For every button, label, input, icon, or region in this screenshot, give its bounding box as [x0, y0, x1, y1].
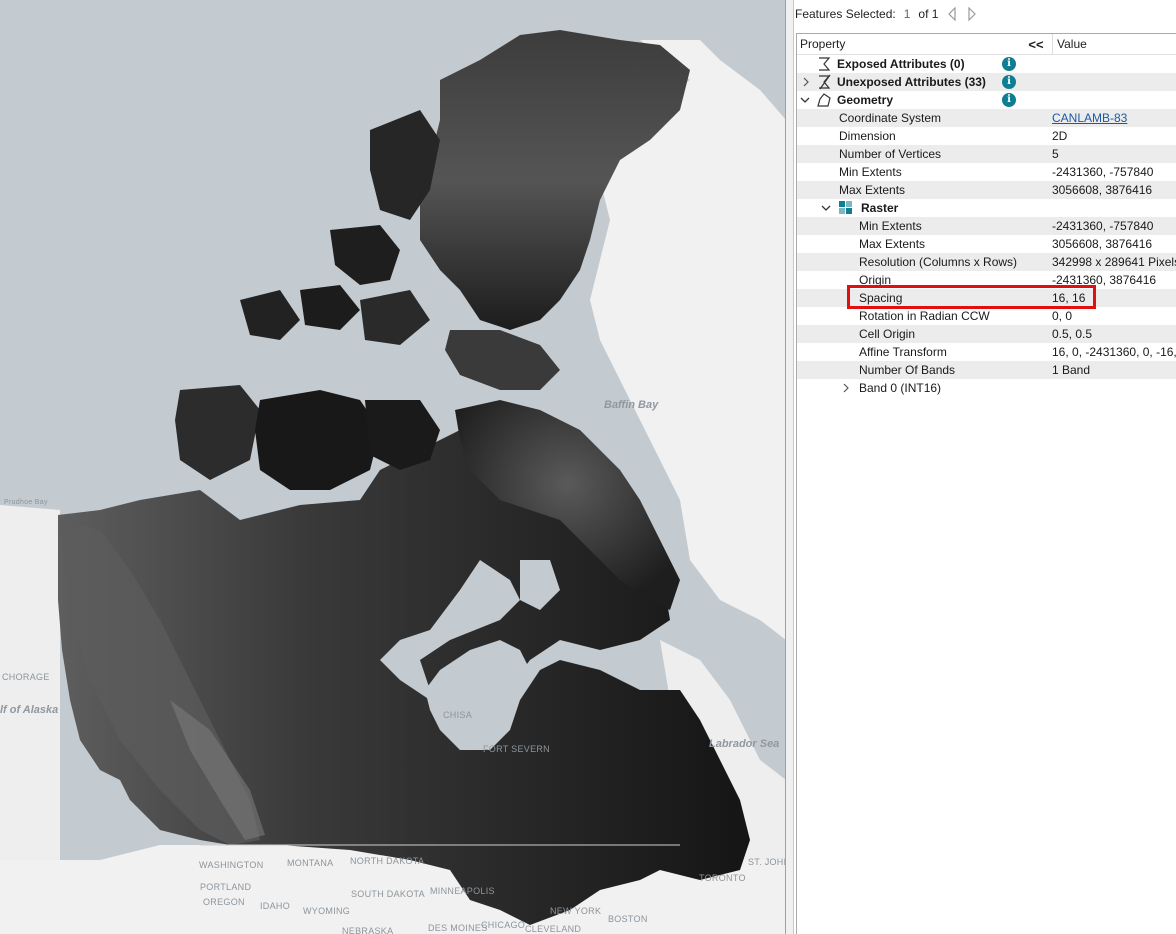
- row-label: Min Extents: [859, 219, 922, 233]
- row-max-extents: Max Extents 3056608, 3876416: [797, 181, 1176, 199]
- row-value: 0, 0: [1052, 309, 1073, 323]
- map-label-prudhoe-bay: Prudhoe Bay: [4, 499, 48, 506]
- row-value: 0.5, 0.5: [1052, 327, 1093, 341]
- row-value: -2431360, -757840: [1052, 165, 1154, 179]
- row-label: Resolution (Columns x Rows): [859, 255, 1018, 269]
- row-geometry[interactable]: Geometry i: [797, 91, 1176, 109]
- row-value: 16, 0, -2431360, 0, -16, 3876416: [1052, 345, 1176, 359]
- row-label: Raster: [861, 201, 899, 215]
- property-grid: Property << Value Exposed Attributes (0)…: [796, 33, 1176, 934]
- triangle-right-icon: [968, 7, 977, 21]
- next-feature-button[interactable]: [966, 7, 978, 21]
- map-label-montana: MONTANA: [287, 858, 334, 868]
- property-column-header[interactable]: Property: [797, 37, 1020, 51]
- row-dimension: Dimension 2D: [797, 127, 1176, 145]
- map-label-portland: PORTLAND: [200, 882, 252, 892]
- coordinate-system-link[interactable]: CANLAMB-83: [1052, 109, 1127, 127]
- sigma-icon: [819, 57, 831, 71]
- row-label: Number Of Bands: [859, 363, 956, 377]
- triangle-left-icon: [948, 7, 957, 21]
- row-value: 5: [1052, 147, 1059, 161]
- map-view[interactable]: Baffin Bay Labrador Sea lf of Alaska Pru…: [0, 0, 786, 934]
- row-label: Geometry: [837, 93, 894, 107]
- row-band-0[interactable]: Band 0 (INT16): [797, 379, 1176, 397]
- spacing-highlight-box: [847, 285, 1096, 309]
- row-min-extents: Min Extents -2431360, -757840: [797, 163, 1176, 181]
- feature-selection-bar: Features Selected: 1 of 1: [794, 0, 1176, 28]
- pane-splitter[interactable]: [786, 0, 794, 934]
- map-label-des-moines: DES MOINES: [428, 923, 488, 933]
- chevron-right-icon[interactable]: [841, 382, 851, 394]
- map-label-cleveland: CLEVELAND: [525, 924, 582, 934]
- map-label-nebraska: NEBRASKA: [342, 926, 394, 934]
- row-value: 342998 x 289641 Pixels: [1052, 255, 1176, 269]
- row-affine-transform: Affine Transform 16, 0, -2431360, 0, -16…: [797, 343, 1176, 361]
- info-icon[interactable]: i: [1002, 93, 1016, 107]
- map-label-fort-severn: FORT SEVERN: [483, 744, 550, 754]
- row-label: Rotation in Radian CCW: [859, 309, 990, 323]
- row-value: 1 Band: [1052, 363, 1091, 377]
- row-value: 2D: [1052, 129, 1068, 143]
- row-raster-min-extents: Min Extents -2431360, -757840: [797, 217, 1176, 235]
- chevron-down-icon[interactable]: [821, 202, 831, 214]
- map-label-minneapolis: MINNEAPOLIS: [430, 886, 495, 896]
- row-label: Max Extents: [839, 183, 906, 197]
- map-label-labrador-sea: Labrador Sea: [709, 738, 780, 750]
- collapse-button[interactable]: <<: [1020, 37, 1052, 52]
- property-grid-header: Property << Value: [797, 34, 1176, 55]
- row-raster[interactable]: Raster: [797, 199, 1176, 217]
- info-icon[interactable]: i: [1002, 75, 1016, 89]
- map-label-south-dakota: SOUTH DAKOTA: [351, 889, 425, 899]
- map-label-toronto: TORONTO: [699, 873, 746, 883]
- row-coordinate-system: Coordinate System CANLAMB-83: [797, 109, 1176, 127]
- row-resolution: Resolution (Columns x Rows) 342998 x 289…: [797, 253, 1176, 271]
- row-exposed-attributes[interactable]: Exposed Attributes (0) i: [797, 55, 1176, 73]
- row-label: Affine Transform: [859, 345, 947, 359]
- previous-feature-button[interactable]: [946, 7, 958, 21]
- row-label: Cell Origin: [859, 327, 916, 341]
- row-rotation: Rotation in Radian CCW 0, 0: [797, 307, 1176, 325]
- row-number-of-vertices: Number of Vertices 5: [797, 145, 1176, 163]
- row-value: 3056608, 3876416: [1052, 237, 1153, 251]
- chevron-right-icon[interactable]: [801, 76, 811, 88]
- map-label-baffin-bay: Baffin Bay: [604, 399, 659, 411]
- map-label-oregon: OREGON: [203, 897, 245, 907]
- row-label: Number of Vertices: [839, 147, 942, 161]
- geometry-icon: [817, 93, 831, 107]
- map-label-chicago: CHICAGO: [481, 920, 526, 930]
- map-label-north-dakota: NORTH DAKOTA: [350, 856, 425, 866]
- raster-icon: [839, 201, 852, 214]
- current-feature-index: 1: [903, 7, 911, 21]
- sigma-slash-icon: [819, 74, 831, 90]
- row-label: Unexposed Attributes (33): [837, 75, 986, 89]
- map-label-st-johns: ST. JOHN: [748, 857, 785, 867]
- map-label-wyoming: WYOMING: [303, 906, 351, 916]
- chevron-down-icon[interactable]: [800, 94, 810, 106]
- map-label-chisasibi: CHISA: [443, 710, 473, 720]
- map-label-boston: BOSTON: [608, 914, 648, 924]
- row-number-of-bands: Number Of Bands 1 Band: [797, 361, 1176, 379]
- map-label-anchorage: CHORAGE: [2, 672, 50, 682]
- row-cell-origin: Cell Origin 0.5, 0.5: [797, 325, 1176, 343]
- map-canvas[interactable]: [0, 0, 786, 934]
- features-selected-label: Features Selected:: [795, 7, 896, 21]
- row-label: Dimension: [839, 129, 896, 143]
- row-label: Coordinate System: [839, 111, 942, 125]
- row-unexposed-attributes[interactable]: Unexposed Attributes (33) i: [797, 73, 1176, 91]
- map-label-washington: WASHINGTON: [199, 860, 264, 870]
- map-label-gulf-of-alaska: lf of Alaska: [0, 704, 59, 716]
- row-label: Max Extents: [859, 237, 926, 251]
- row-value: 3056608, 3876416: [1052, 183, 1153, 197]
- row-label: Exposed Attributes (0): [837, 57, 965, 71]
- feature-count: of 1: [918, 7, 939, 21]
- value-column-header[interactable]: Value: [1052, 34, 1087, 54]
- map-label-new-york: NEW YORK: [550, 906, 602, 916]
- info-icon[interactable]: i: [1002, 57, 1016, 71]
- row-label: Min Extents: [839, 165, 902, 179]
- row-value: -2431360, -757840: [1052, 219, 1154, 233]
- row-label: Band 0 (INT16): [859, 381, 942, 395]
- feature-inspector: Features Selected: 1 of 1 Property << Va…: [794, 0, 1176, 934]
- map-label-idaho: IDAHO: [260, 901, 291, 911]
- row-raster-max-extents: Max Extents 3056608, 3876416: [797, 235, 1176, 253]
